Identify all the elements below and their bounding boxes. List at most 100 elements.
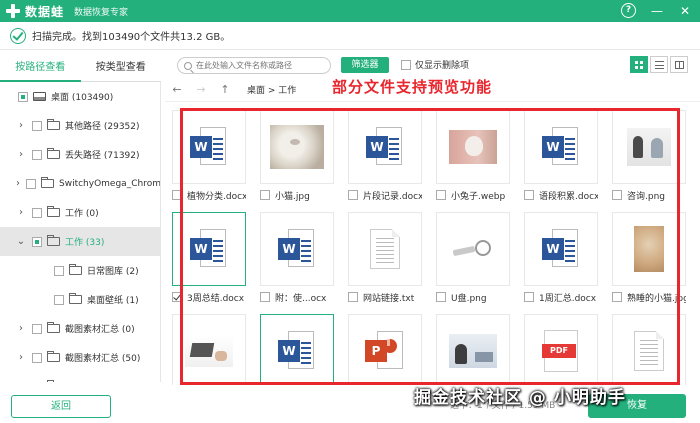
file-tile[interactable]: W 语段积累.docx [524, 110, 598, 206]
view-mode-tabs: 按路径查看 按类型查看 [0, 56, 161, 82]
nav-up-icon[interactable]: ↑ [213, 83, 237, 96]
tree-item-checkbox[interactable] [32, 207, 42, 218]
file-checkbox[interactable] [172, 292, 182, 302]
file-tile[interactable]: W 1周汇总.docx [524, 212, 598, 308]
expand-chevron-icon[interactable]: › [16, 178, 20, 189]
file-thumbnail[interactable]: W [524, 110, 598, 184]
nav-back-icon[interactable]: ← [165, 83, 189, 96]
file-thumbnail[interactable]: W [172, 212, 246, 286]
tree-item[interactable]: › SwitchyOmega_Chromium [0, 169, 160, 198]
nav-forward-icon[interactable]: → [189, 83, 213, 96]
file-thumbnail[interactable] [436, 110, 510, 184]
tree-item-checkbox[interactable] [32, 352, 42, 363]
help-icon[interactable]: ? [621, 3, 636, 18]
expand-chevron-icon[interactable]: › [16, 120, 26, 131]
file-tile[interactable] [612, 314, 686, 385]
tree-item-checkbox[interactable] [32, 120, 42, 131]
tree-item[interactable]: ⌄ 工作 (33) [0, 227, 160, 256]
tree-item[interactable]: 桌面壁纸 (1) [0, 285, 160, 314]
file-thumbnail[interactable]: W [172, 110, 246, 184]
tree-item-checkbox[interactable] [32, 236, 42, 247]
back-button[interactable]: 返回 [11, 395, 111, 418]
tree-item-checkbox[interactable] [32, 323, 42, 334]
tree-item[interactable]: › 工作 (0) [0, 198, 160, 227]
grid-view-button[interactable] [630, 56, 648, 73]
tree-item[interactable]: › 截图素材汇总 (0) [0, 314, 160, 343]
tree-item-checkbox[interactable] [26, 178, 36, 189]
tree-item-checkbox[interactable] [18, 91, 28, 102]
tree-item-checkbox[interactable] [54, 265, 64, 276]
close-icon[interactable]: ✕ [678, 4, 692, 18]
file-checkbox[interactable] [524, 190, 534, 200]
file-thumbnail[interactable] [612, 212, 686, 286]
file-thumbnail[interactable] [348, 212, 422, 286]
search-box[interactable] [177, 57, 331, 74]
only-deleted-toggle[interactable]: 仅显示删除项 [401, 58, 469, 71]
file-thumbnail[interactable]: W [260, 314, 334, 385]
file-tile[interactable]: W 片段记录.docx [348, 110, 422, 206]
file-thumbnail[interactable]: W [524, 212, 598, 286]
file-tile[interactable]: 熟睡的小猫.jpg [612, 212, 686, 308]
file-tile[interactable]: W 附：使...ocx [260, 212, 334, 308]
tree-item[interactable]: › 截图素材汇总 (50) [0, 343, 160, 372]
file-checkbox[interactable] [436, 190, 446, 200]
tree-item[interactable]: › 其他路径 (29352) [0, 111, 160, 140]
tree-item-checkbox[interactable] [32, 381, 42, 382]
file-thumbnail[interactable] [436, 314, 510, 385]
tab-by-type[interactable]: 按类型查看 [80, 56, 161, 82]
file-tile[interactable] [436, 314, 510, 385]
file-checkbox[interactable] [260, 190, 270, 200]
only-deleted-checkbox[interactable] [401, 59, 411, 70]
file-thumbnail[interactable]: W [260, 212, 334, 286]
file-thumbnail[interactable]: PDF [524, 314, 598, 385]
file-checkbox[interactable] [436, 292, 446, 302]
folder-icon [41, 177, 54, 188]
tree-item[interactable]: 语料素材汇总 (0) [0, 372, 160, 382]
tab-by-path[interactable]: 按路径查看 [0, 56, 81, 82]
file-tile[interactable]: P [348, 314, 422, 385]
file-checkbox[interactable] [260, 292, 270, 302]
file-checkbox[interactable] [524, 292, 534, 302]
tree-item-checkbox[interactable] [32, 149, 42, 160]
file-tile[interactable]: W [260, 314, 334, 385]
file-thumbnail[interactable] [436, 212, 510, 286]
file-checkbox[interactable] [172, 190, 182, 200]
expand-chevron-icon[interactable]: › [16, 352, 26, 363]
search-input[interactable] [196, 61, 324, 70]
file-thumbnail[interactable]: W [348, 110, 422, 184]
file-caption: 小猫.jpg [260, 184, 334, 206]
file-caption: 熟睡的小猫.jpg [612, 286, 686, 308]
file-tile[interactable]: U盘.png [436, 212, 510, 308]
list-view-button[interactable] [650, 56, 668, 73]
detail-view-button[interactable] [670, 56, 688, 73]
file-tile[interactable]: 网站链接.txt [348, 212, 422, 308]
file-name: 植物分类.docx [187, 191, 246, 202]
file-thumbnail[interactable] [612, 314, 686, 385]
expand-chevron-icon[interactable]: ⌄ [16, 236, 26, 247]
file-thumbnail[interactable]: P [348, 314, 422, 385]
expand-chevron-icon[interactable]: › [16, 149, 26, 160]
file-tile[interactable] [172, 314, 246, 385]
file-tile[interactable]: 咨询.png [612, 110, 686, 206]
file-thumbnail[interactable] [172, 314, 246, 385]
file-checkbox[interactable] [348, 190, 358, 200]
file-checkbox[interactable] [348, 292, 358, 302]
file-tile[interactable]: W 3周总结.docx [172, 212, 246, 308]
tree-item[interactable]: › 丢失路径 (71392) [0, 140, 160, 169]
tree-item[interactable]: 桌面 (103490) [0, 82, 160, 111]
file-tile[interactable]: W 植物分类.docx [172, 110, 246, 206]
file-thumbnail[interactable] [260, 110, 334, 184]
minimize-icon[interactable]: — [650, 4, 664, 18]
expand-chevron-icon[interactable]: › [16, 207, 26, 218]
file-name: 咨询.png [627, 191, 665, 202]
file-tile[interactable]: 小兔子.webp [436, 110, 510, 206]
file-checkbox[interactable] [612, 292, 622, 302]
file-checkbox[interactable] [612, 190, 622, 200]
tree-item-checkbox[interactable] [54, 294, 64, 305]
expand-chevron-icon[interactable]: › [16, 323, 26, 334]
file-thumbnail[interactable] [612, 110, 686, 184]
filter-button[interactable]: 筛选器 [341, 57, 389, 73]
tree-item[interactable]: 日常图库 (2) [0, 256, 160, 285]
file-tile[interactable]: 小猫.jpg [260, 110, 334, 206]
file-tile[interactable]: PDF [524, 314, 598, 385]
